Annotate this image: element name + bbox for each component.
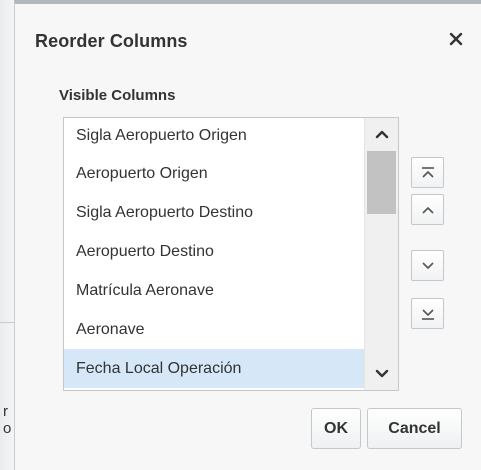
scroll-up-arrow-icon[interactable] (365, 118, 398, 150)
visible-columns-list[interactable]: Sigla Aeropuerto Origen Aeropuerto Origen… (63, 117, 399, 391)
background-divider (0, 322, 14, 323)
cancel-button[interactable]: Cancel (367, 408, 462, 449)
move-down-button[interactable] (411, 250, 444, 281)
scroll-thumb[interactable] (367, 151, 396, 214)
column-list-item[interactable]: Sigla Aeropuerto Origen (64, 118, 364, 154)
move-to-top-icon (420, 166, 436, 180)
ok-button[interactable]: OK (311, 408, 361, 449)
move-down-icon (420, 259, 436, 273)
column-list-item[interactable]: Aeropuerto Destino (64, 232, 364, 271)
dialog-title: Reorder Columns (35, 31, 188, 51)
background-page (0, 0, 14, 470)
reorder-columns-dialog: Reorder Columns Visible Columns Sigla Ae… (14, 0, 481, 470)
column-list-item[interactable]: Matrícula Aeronave (64, 271, 364, 310)
scroll-down-arrow-icon[interactable] (365, 358, 398, 390)
list-scrollbar[interactable] (364, 118, 398, 390)
visible-columns-items: Sigla Aeropuerto Origen Aeropuerto Origen… (64, 118, 364, 390)
background-text-fragment: r (3, 403, 8, 420)
move-up-button[interactable] (411, 194, 444, 225)
move-up-icon (420, 203, 436, 217)
column-list-item[interactable]: Aeronave (64, 310, 364, 349)
move-to-bottom-button[interactable] (411, 298, 444, 329)
column-list-item[interactable]: Aeropuerto Origen (64, 154, 364, 193)
dialog-header: Reorder Columns (15, 4, 481, 64)
background-text-fragment: o (3, 420, 12, 437)
column-list-item[interactable]: Sigla Aeropuerto Destino (64, 193, 364, 232)
move-to-top-button[interactable] (411, 157, 444, 188)
visible-columns-label: Visible Columns (59, 87, 176, 104)
column-list-item[interactable]: Fecha Local Operación (64, 349, 364, 388)
close-icon[interactable] (448, 28, 464, 48)
move-to-bottom-icon (420, 307, 436, 321)
